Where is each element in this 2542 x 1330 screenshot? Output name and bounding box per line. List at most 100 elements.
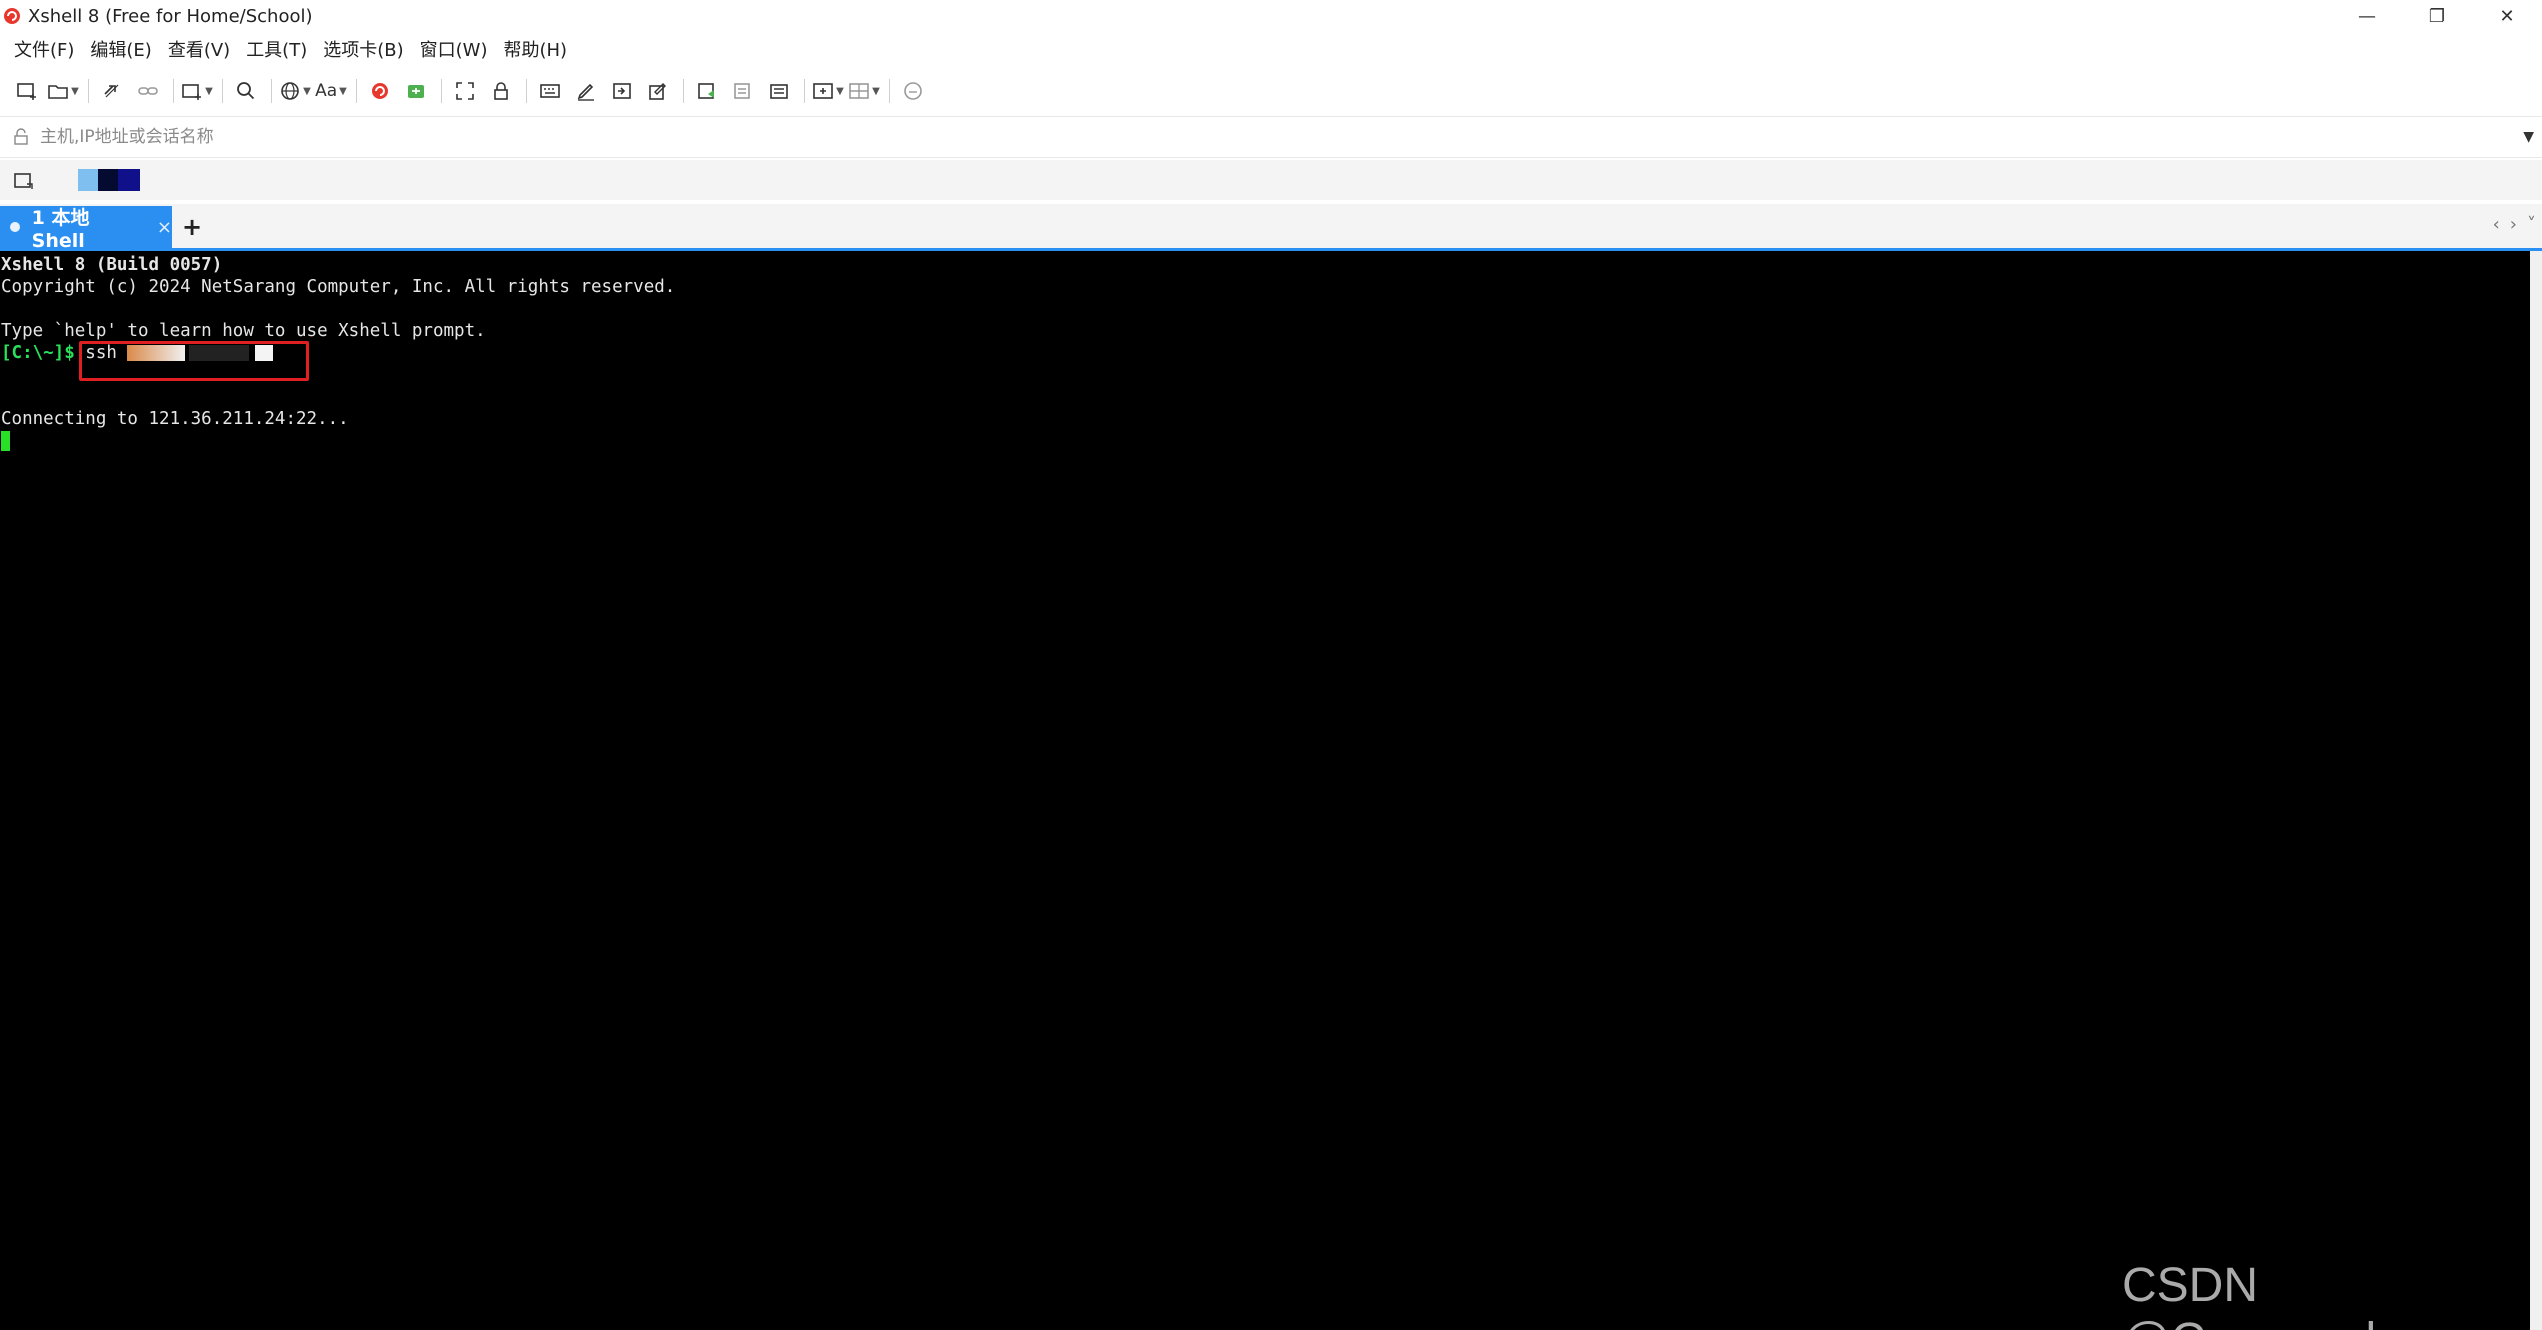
address-bar: ▼ (0, 116, 2542, 158)
minimize-button[interactable]: — (2332, 0, 2402, 32)
transfer-button[interactable] (690, 74, 724, 108)
keyboard-icon (540, 84, 560, 98)
watermark-text: CSDN @Crossoads (2122, 1259, 2400, 1330)
pen-icon (577, 83, 594, 101)
notes-button[interactable] (762, 74, 796, 108)
log-button[interactable] (726, 74, 760, 108)
highlight-annotation-box (79, 341, 309, 381)
globe-icon (281, 82, 299, 100)
menu-window[interactable]: 窗口(W) (412, 34, 496, 68)
xshell-window: Xshell 8 (Free for Home/School) — ❐ ✕ 文件… (0, 0, 2542, 1330)
close-button[interactable]: ✕ (2472, 0, 2542, 32)
lock-button[interactable] (484, 74, 518, 108)
toolbar-divider (683, 79, 684, 103)
host-address-input[interactable] (40, 127, 2480, 147)
session-bar (0, 160, 2542, 200)
compose-icon (649, 83, 666, 100)
toolbar-divider (271, 79, 272, 103)
terminal-cursor (1, 431, 10, 451)
compose-button[interactable] (641, 74, 675, 108)
highlight-button[interactable] (569, 74, 603, 108)
chat-button[interactable] (896, 74, 930, 108)
layout-button[interactable]: ▼ (847, 74, 881, 108)
keyboard-button[interactable] (533, 74, 567, 108)
window-title: Xshell 8 (Free for Home/School) (28, 5, 313, 27)
tab-close-icon[interactable]: × (157, 217, 172, 238)
menu-file[interactable]: 文件(F) (6, 34, 82, 68)
toolbar-divider (441, 79, 442, 103)
tab-navigation: ‹ › ˅ (2493, 214, 2536, 235)
transfer-icon (698, 83, 714, 99)
log-icon (734, 83, 750, 99)
folder-icon (48, 85, 68, 99)
xftp-green-icon (408, 85, 424, 98)
open-session-button[interactable]: ▼ (46, 74, 80, 108)
find-button[interactable] (229, 74, 263, 108)
font-button[interactable]: Aa ▼ (314, 74, 348, 108)
toolbar-divider (356, 79, 357, 103)
toolbar-divider (173, 79, 174, 103)
toolbar-divider (222, 79, 223, 103)
xshell-button[interactable] (363, 74, 397, 108)
tab-next-icon[interactable]: › (2510, 214, 2517, 235)
link-icon (104, 84, 119, 98)
address-dropdown-icon[interactable]: ▼ (2523, 129, 2534, 145)
font-label: Aa (315, 81, 338, 101)
add-pane-button[interactable]: ▼ (811, 74, 845, 108)
chevron-down-icon: ▼ (836, 85, 844, 97)
menu-view[interactable]: 查看(V) (160, 34, 238, 68)
chevron-down-icon: ▼ (339, 85, 347, 97)
reconnect-button[interactable] (95, 74, 129, 108)
toolbar-divider (526, 79, 527, 103)
menu-edit[interactable]: 编辑(E) (82, 34, 159, 68)
chevron-down-icon: ▼ (71, 85, 79, 97)
shell-prompt: [C:\~]$ (1, 343, 86, 363)
terminal-line: Connecting to 121.36.211.24:22... (1, 409, 349, 429)
menu-tools[interactable]: 工具(T) (238, 34, 315, 68)
add-pane-icon (813, 83, 833, 99)
session-color-thumbnail[interactable] (78, 169, 140, 191)
window-controls: — ❐ ✕ (2332, 0, 2542, 32)
menu-help[interactable]: 帮助(H) (495, 34, 575, 68)
lock-icon (494, 82, 508, 100)
new-session-icon (17, 83, 36, 100)
terminal-output[interactable]: Xshell 8 (Build 0057) Copyright (c) 2024… (0, 251, 2530, 1330)
toolbar: ▼ ▼ ▼ Aa ▼ ▼ ▼ (0, 72, 2542, 110)
tab-list-icon[interactable]: ˅ (2527, 214, 2536, 235)
tab-label: 1 本地Shell (31, 206, 90, 252)
new-session-button[interactable] (10, 74, 44, 108)
menu-tabs[interactable]: 选项卡(B) (315, 34, 411, 68)
tab-local-shell[interactable]: 1 本地Shell × (0, 206, 172, 252)
tab-bar: 1 本地Shell × + ‹ › ˅ (0, 204, 2542, 252)
restore-button[interactable]: ❐ (2402, 0, 2472, 32)
xshell-logo-icon (2, 6, 22, 26)
terminal-cursor-line (0, 430, 2530, 452)
add-tab-button[interactable]: + (172, 206, 212, 248)
session-manager-icon[interactable] (12, 169, 34, 191)
layout-icon (849, 83, 869, 99)
chevron-down-icon: ▼ (303, 85, 311, 97)
script-button[interactable] (605, 74, 639, 108)
tab-status-dot (10, 222, 20, 232)
disconnect-button[interactable] (131, 74, 165, 108)
script-icon (613, 83, 631, 99)
lock-outline-icon (14, 128, 28, 145)
terminal-line: Copyright (c) 2024 NetSarang Computer, I… (1, 277, 676, 297)
toolbar-divider (804, 79, 805, 103)
notes-icon (770, 84, 788, 99)
title-bar: Xshell 8 (Free for Home/School) — ❐ ✕ (0, 0, 2542, 32)
toolbar-divider (889, 79, 890, 103)
fullscreen-button[interactable] (448, 74, 482, 108)
toolbar-divider (88, 79, 89, 103)
terminal-scrollbar[interactable] (2530, 251, 2542, 1330)
xshell-red-icon (372, 83, 388, 99)
search-icon (237, 82, 255, 100)
encoding-button[interactable]: ▼ (278, 74, 312, 108)
tab-prev-icon[interactable]: ‹ (2493, 214, 2500, 235)
new-tab-button[interactable]: ▼ (180, 74, 214, 108)
xftp-button[interactable] (399, 74, 433, 108)
chat-bubble-icon (904, 82, 922, 100)
